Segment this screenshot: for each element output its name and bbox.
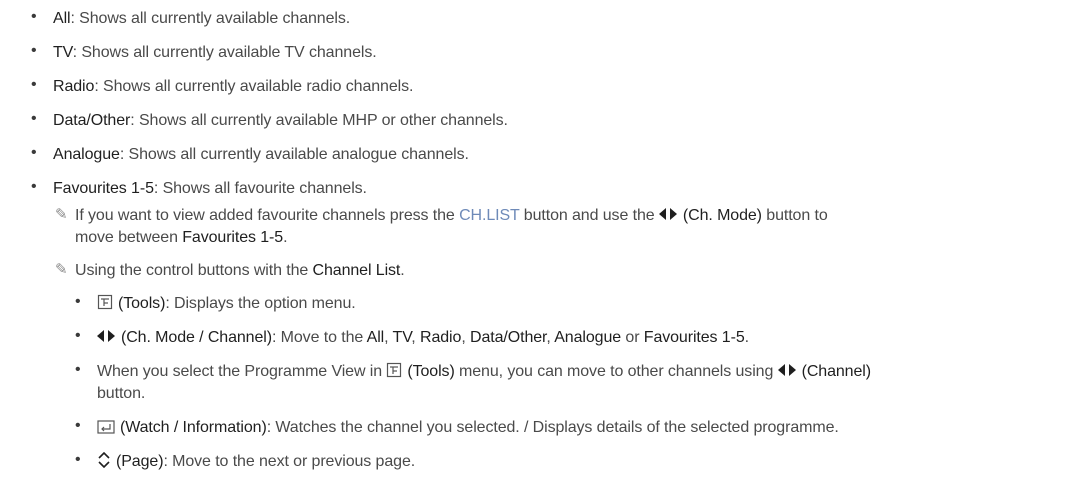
up-down-chevron-icon <box>97 451 111 475</box>
term-favourites: Favourites 1-5 <box>53 180 154 197</box>
desc-analogue: : Shows all currently available analogue… <box>119 146 469 163</box>
list-item-all: All: Shows all currently available chann… <box>53 8 350 30</box>
note1-text-b: button and use the <box>519 207 659 224</box>
note-favourites-line1: If you want to view added favourite chan… <box>75 205 828 228</box>
mode-radio: Radio <box>420 329 462 346</box>
bullet-icon: • <box>75 293 81 310</box>
tools-icon <box>386 362 402 385</box>
list-item-tv: TV: Shows all currently available TV cha… <box>53 42 377 64</box>
desc-data-other: : Shows all currently available MHP or o… <box>130 112 508 129</box>
desc-tv: : Shows all currently available TV chann… <box>72 44 377 61</box>
sub-item-watch: (Watch / Information): Watches the chann… <box>97 417 839 441</box>
bullet-icon: • <box>31 42 37 59</box>
mode-tv: TV <box>392 329 412 346</box>
term-radio: Radio <box>53 78 95 95</box>
note2-end: . <box>400 262 405 279</box>
comma: , <box>384 329 393 346</box>
note1-text-a: If you want to view added favourite chan… <box>75 207 460 224</box>
desc-favourites: : Shows all favourite channels. <box>153 180 367 197</box>
prog-tools-label: (Tools) <box>407 363 455 380</box>
bullet-icon: • <box>75 327 81 344</box>
bullet-icon: • <box>31 144 37 161</box>
note1-line2-end: . <box>283 229 288 246</box>
tools-desc: : Displays the option menu. <box>165 295 356 312</box>
prog-channel-label: (Channel) <box>801 363 871 380</box>
bullet-icon: • <box>75 451 81 468</box>
sub-item-page: (Page): Move to the next or previous pag… <box>97 451 415 475</box>
comma: , <box>411 329 420 346</box>
list-item-radio: Radio: Shows all currently available rad… <box>53 76 413 98</box>
pencil-note-icon: ✎ <box>55 261 68 278</box>
ch-mode-label: (Ch. Mode) <box>682 207 762 224</box>
channel-list-term: Channel List <box>312 262 401 279</box>
left-right-arrow-icon <box>97 328 115 350</box>
term-data-other: Data/Other <box>53 112 131 129</box>
watch-label: (Watch / Information) <box>120 419 267 436</box>
note-control-buttons: Using the control buttons with the Chann… <box>75 260 405 282</box>
list-item-analogue: Analogue: Shows all currently available … <box>53 144 469 166</box>
enter-icon <box>97 419 115 441</box>
sub-item-tools: (Tools): Displays the option menu. <box>97 293 356 317</box>
left-right-arrow-icon <box>777 362 796 384</box>
mode-favourites: Favourites 1-5 <box>643 329 745 346</box>
term-tv: TV <box>53 44 73 61</box>
note1-favourites: Favourites 1-5 <box>182 229 284 246</box>
left-right-arrow-icon <box>658 206 677 228</box>
comma: , <box>461 329 471 346</box>
sub-item-ch-mode: (Ch. Mode / Channel): Move to the All, T… <box>97 327 749 350</box>
prog-text-b: menu, you can move to other channels usi… <box>454 363 778 380</box>
mode-analogue: Analogue <box>554 329 622 346</box>
mode-all: All <box>366 329 385 346</box>
ch-list-key: CH.LIST <box>459 207 520 224</box>
manual-page: • All: Shows all currently available cha… <box>0 0 1087 498</box>
bullet-icon: • <box>31 8 37 25</box>
note1-line2-a: move between <box>75 229 183 246</box>
prog-text-c: button. <box>97 385 146 402</box>
desc-radio: : Shows all currently available radio ch… <box>94 78 414 95</box>
page-desc: : Move to the next or previous page. <box>163 453 416 470</box>
tools-icon <box>97 294 113 317</box>
bullet-icon: • <box>75 417 81 434</box>
period: . <box>744 329 749 346</box>
note2-text-a: Using the control buttons with the <box>75 262 313 279</box>
term-all: All <box>53 10 71 27</box>
note1-text-c: button to <box>761 207 828 224</box>
pencil-note-icon: ✎ <box>55 206 68 223</box>
list-item-data-other: Data/Other: Shows all currently availabl… <box>53 110 508 132</box>
watch-desc: : Watches the channel you selected. / Di… <box>266 419 839 436</box>
bullet-icon: • <box>75 361 81 378</box>
term-analogue: Analogue <box>53 146 120 163</box>
bullet-icon: • <box>31 178 37 195</box>
or-text: or <box>621 329 644 346</box>
mode-data-other: Data/Other <box>470 329 547 346</box>
ch-mode-channel-label: (Ch. Mode / Channel) <box>121 329 272 346</box>
list-item-favourites: Favourites 1-5: Shows all favourite chan… <box>53 178 367 200</box>
page-label: (Page) <box>116 453 164 470</box>
prog-text-a: When you select the Programme View in <box>97 363 387 380</box>
bullet-icon: • <box>31 110 37 127</box>
bullet-icon: • <box>31 76 37 93</box>
note-favourites-line2: move between Favourites 1-5. <box>75 227 288 249</box>
tools-label: (Tools) <box>118 295 166 312</box>
sub-item-programme-view-line2: button. <box>97 383 145 405</box>
desc-all: : Shows all currently available channels… <box>70 10 351 27</box>
sub-item-programme-view-line1: When you select the Programme View in (T… <box>97 361 871 385</box>
ch-mode-desc: : Move to the <box>271 329 367 346</box>
